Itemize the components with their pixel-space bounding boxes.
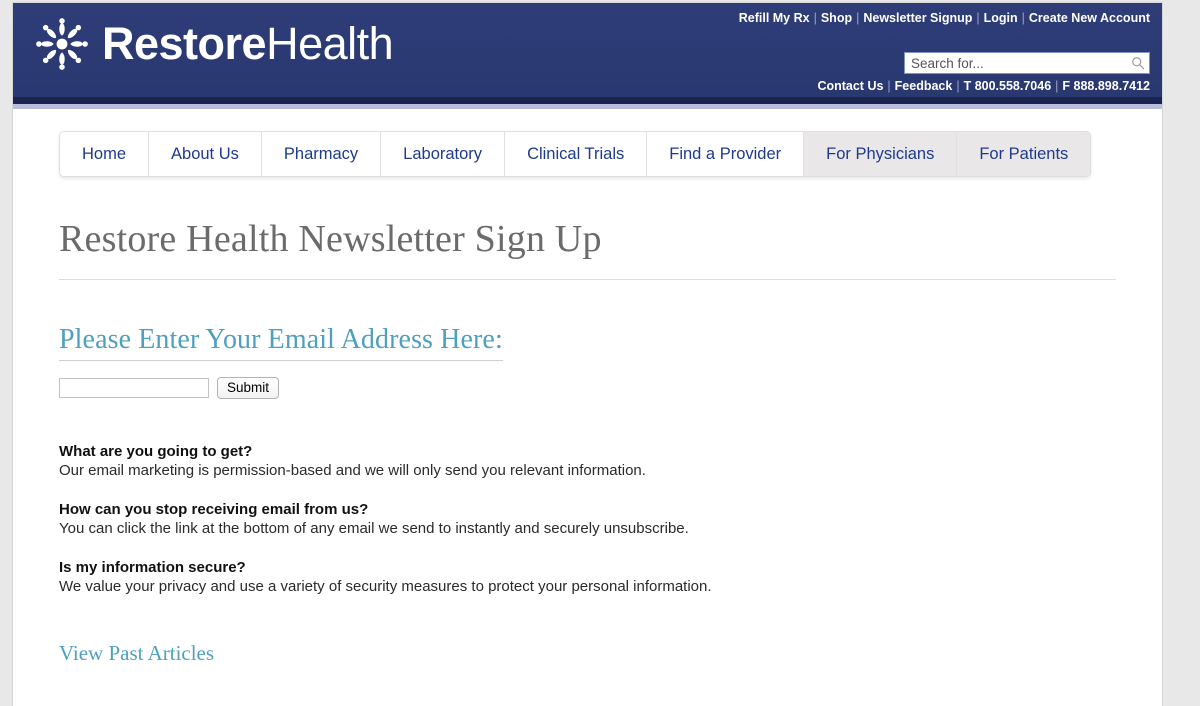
main-nav: Home About Us Pharmacy Laboratory Clinic… [59,131,1092,177]
contact-link-contact-us[interactable]: Contact Us [817,79,883,93]
faq-answer: Our email marketing is permission-based … [59,462,646,479]
email-field[interactable] [59,378,209,398]
contact-phone: T 800.558.7046 [963,79,1052,93]
utility-separator: | [1021,11,1025,25]
contact-separator: | [887,79,891,93]
tab-about-us[interactable]: About Us [149,132,262,176]
tab-for-patients[interactable]: For Patients [957,132,1091,176]
utility-separator: | [976,11,980,25]
tab-pharmacy[interactable]: Pharmacy [261,132,382,176]
tab-laboratory[interactable]: Laboratory [381,132,506,176]
page-title: Restore Health Newsletter Sign Up [59,217,1116,280]
faq-item: Is my information secure? We value your … [59,559,1116,595]
utility-link-newsletter-signup[interactable]: Newsletter Signup [863,11,972,25]
search-icon[interactable] [1127,53,1149,73]
contact-separator: | [956,79,960,93]
brand-wordmark: RestoreHealth [102,17,394,69]
utility-separator: | [813,11,817,25]
site-header: RestoreHealth Refill My Rx | Shop | Newslett… [13,3,1162,97]
utility-link-shop[interactable]: Shop [821,11,852,25]
email-form-row: Submit [59,377,1116,399]
newsletter-signup-form: Please Enter Your Email Address Here: Su… [59,280,1116,399]
email-form-heading: Please Enter Your Email Address Here: [59,324,503,361]
tab-clinical-trials[interactable]: Clinical Trials [505,132,648,176]
main-nav-region: Home About Us Pharmacy Laboratory Clinic… [13,109,1162,177]
faq-question: What are you going to get? [59,443,253,460]
main-content: Restore Health Newsletter Sign Up Please… [13,217,1162,706]
tab-find-a-provider[interactable]: Find a Provider [647,132,805,176]
faq-item: How can you stop receiving email from us… [59,501,1116,537]
contact-nav: Contact Us | Feedback | T 800.558.7046 | F 888… [817,79,1150,93]
utility-link-create-new-account[interactable]: Create New Account [1029,11,1150,25]
faq-question: Is my information secure? [59,559,246,576]
brand-name-bold: Restore [102,17,267,69]
contact-fax: F 888.898.7412 [1062,79,1150,93]
utility-link-login[interactable]: Login [984,11,1018,25]
faq-section: What are you going to get? Our email mar… [59,443,1116,595]
faq-question: How can you stop receiving email from us… [59,501,369,518]
faq-answer: You can click the link at the bottom of … [59,520,689,537]
view-past-articles-link[interactable]: View Past Articles [59,641,214,666]
contact-separator: | [1055,79,1059,93]
tab-for-physicians[interactable]: For Physicians [804,132,958,176]
utility-separator: | [856,11,860,25]
contact-link-feedback[interactable]: Feedback [895,79,953,93]
starburst-snowflake-icon [32,14,92,74]
search-input[interactable] [905,53,1127,73]
brand-logo[interactable]: RestoreHealth [32,14,394,74]
faq-item: What are you going to get? Our email mar… [59,443,1116,479]
submit-button[interactable]: Submit [217,377,280,399]
search-box[interactable] [904,52,1150,74]
header-rule-dark [13,97,1162,104]
tab-home[interactable]: Home [60,132,150,176]
brand-name-light: Health [266,17,394,69]
page-frame: RestoreHealth Refill My Rx | Shop | Newslett… [13,3,1162,706]
faq-answer: We value your privacy and use a variety … [59,578,712,595]
utility-link-refill-my-rx[interactable]: Refill My Rx [739,11,810,25]
utility-nav: Refill My Rx | Shop | Newsletter Signup | Logi… [739,11,1150,25]
